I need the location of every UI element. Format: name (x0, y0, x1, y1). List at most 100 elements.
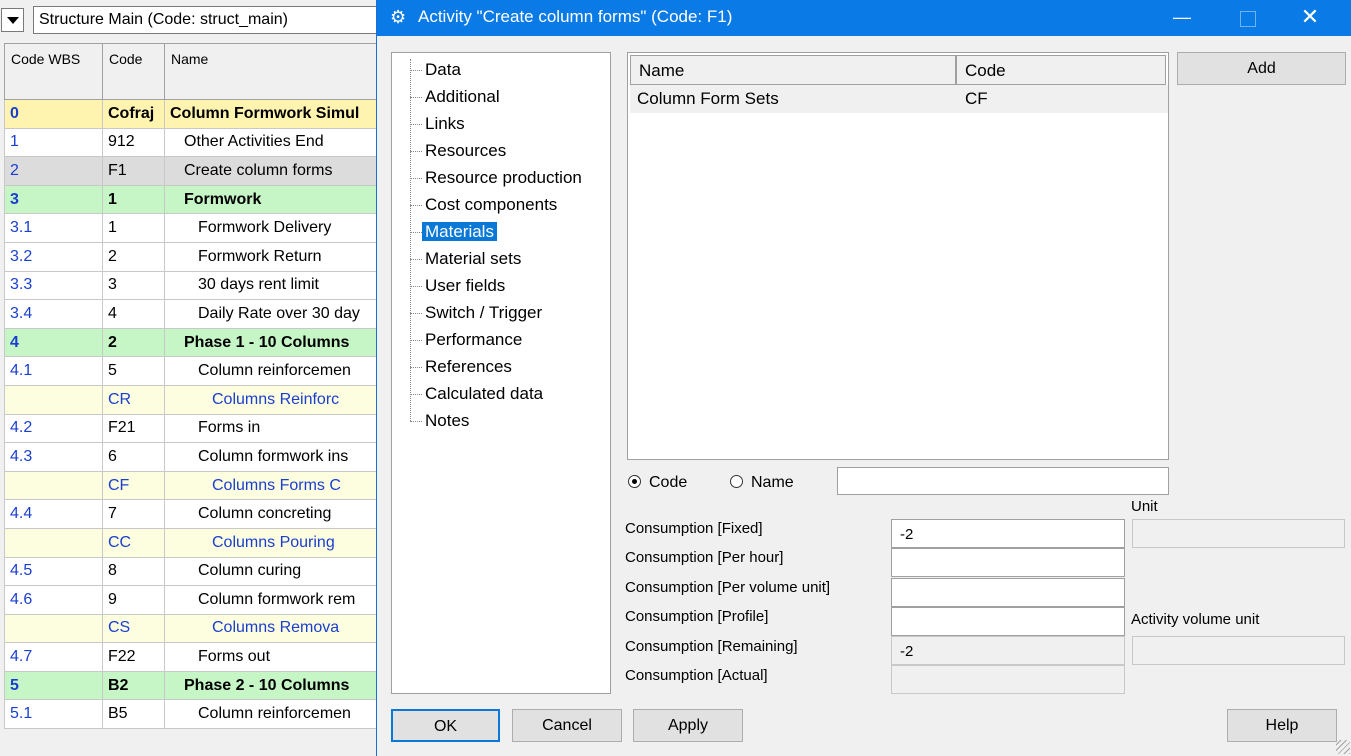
table-row[interactable]: 5 B2 Phase 2 - 10 Columns (4, 670, 380, 701)
dropdown-arrow-icon[interactable] (1, 8, 24, 32)
consumption-remaining-field: -2 (891, 636, 1125, 665)
cell-name: Columns Forms C (164, 470, 380, 501)
table-row[interactable]: CR Columns Reinforc (4, 384, 380, 415)
resize-grip-icon[interactable] (1336, 740, 1350, 754)
tree-item-performance[interactable]: Performance (392, 327, 610, 354)
tree-item-label: Resource production (425, 168, 582, 187)
table-row[interactable]: 4.7 F22 Forms out (4, 642, 380, 672)
tree-item-label: Calculated data (425, 384, 544, 403)
cell-code: 2 (102, 241, 165, 272)
cell-code: CC (102, 527, 165, 558)
cell-code-wbs: 1 (4, 127, 103, 158)
tree-item-references[interactable]: References (392, 354, 610, 381)
consumption-profile-label: Consumption [Profile] (625, 608, 769, 625)
table-row[interactable]: 4.5 8 Column curing (4, 556, 380, 587)
list-header-name[interactable]: Name (630, 55, 956, 85)
help-button[interactable]: Help (1227, 709, 1337, 742)
table-row[interactable]: 3.1 1 Formwork Delivery (4, 213, 380, 243)
column-header-code[interactable]: Code (102, 43, 165, 100)
column-header-name[interactable]: Name (164, 43, 380, 100)
close-icon[interactable]: ✕ (1287, 0, 1333, 36)
tree-item-cost-components[interactable]: Cost components (392, 192, 610, 219)
cell-code-wbs (4, 470, 103, 501)
table-row[interactable]: 4.1 5 Column reinforcemen (4, 356, 380, 386)
consumption-fixed-label: Consumption [Fixed] (625, 520, 763, 537)
table-row[interactable]: 3 1 Formwork (4, 184, 380, 215)
table-row[interactable]: 4.4 7 Column concreting (4, 499, 380, 529)
apply-button[interactable]: Apply (633, 709, 743, 742)
maximize-icon[interactable] (1225, 0, 1271, 36)
tree-item-additional[interactable]: Additional (392, 84, 610, 111)
tree-item-links[interactable]: Links (392, 111, 610, 138)
ok-button[interactable]: OK (391, 709, 500, 742)
consumption-per-volume-field[interactable] (891, 578, 1125, 607)
cell-code: 5 (102, 356, 165, 386)
table-row[interactable]: CS Columns Remova (4, 613, 380, 644)
cell-name: Column concreting (164, 499, 380, 529)
table-row[interactable]: 2 F1 Create column forms (4, 156, 380, 186)
cell-code: F21 (102, 413, 165, 444)
cell-code-wbs: 3 (4, 184, 103, 215)
table-row[interactable]: CF Columns Forms C (4, 470, 380, 501)
list-item[interactable]: Column Form Sets CF (630, 85, 1168, 113)
tree-item-label: Links (425, 114, 465, 133)
cell-code-wbs: 3.4 (4, 299, 103, 329)
tree-item-calculated-data[interactable]: Calculated data (392, 381, 610, 408)
cell-code-wbs: 3.1 (4, 213, 103, 243)
cell-code: CS (102, 613, 165, 644)
table-row[interactable]: 5.1 B5 Column reinforcemen (4, 699, 380, 730)
list-header-code[interactable]: Code (956, 55, 1166, 85)
consumption-actual-label: Consumption [Actual] (625, 667, 768, 684)
column-header-code-wbs[interactable]: Code WBS (4, 43, 103, 100)
minimize-icon[interactable]: — (1159, 0, 1205, 36)
cell-name: Columns Remova (164, 613, 380, 644)
cell-name: Forms in (164, 413, 380, 444)
cell-name: Other Activities End (164, 127, 380, 158)
section-tree: Data Additional Links Resources Resource pro… (391, 52, 611, 694)
structure-combo[interactable]: Structure Main (Code: struct_main) (33, 6, 380, 34)
search-input[interactable] (837, 467, 1169, 495)
tree-item-resource-production[interactable]: Resource production (392, 165, 610, 192)
gear-icon: ⚙ (390, 7, 407, 27)
table-row[interactable]: 0 Cofraj Column Formwork Simul (4, 99, 380, 129)
title-bar[interactable]: ⚙ Activity "Create column forms" (Code: … (377, 0, 1351, 36)
tree-item-label: Resources (425, 141, 507, 160)
table-row[interactable]: 3.2 2 Formwork Return (4, 241, 380, 272)
cell-code-wbs: 4.3 (4, 442, 103, 472)
table-row[interactable]: 4 2 Phase 1 - 10 Columns (4, 327, 380, 358)
cell-code-wbs: 2 (4, 156, 103, 186)
cell-code: 3 (102, 270, 165, 301)
cell-code-wbs: 0 (4, 99, 103, 129)
cancel-button[interactable]: Cancel (512, 709, 622, 742)
table-row[interactable]: 3.4 4 Daily Rate over 30 day (4, 299, 380, 329)
cell-code: B2 (102, 670, 165, 701)
cell-code-wbs: 3.3 (4, 270, 103, 301)
tree-item-materials[interactable]: Materials (392, 219, 610, 246)
table-row[interactable]: 3.3 3 30 days rent limit (4, 270, 380, 301)
cell-code-wbs: 4 (4, 327, 103, 358)
table-row[interactable]: 4.2 F21 Forms in (4, 413, 380, 444)
cell-code-wbs (4, 384, 103, 415)
cell-code-wbs: 4.1 (4, 356, 103, 386)
cell-name: Columns Pouring (164, 527, 380, 558)
table-row[interactable]: CC Columns Pouring (4, 527, 380, 558)
tree-item-notes[interactable]: Notes (392, 408, 610, 435)
radio-name[interactable]: Name (730, 474, 794, 492)
cell-code: 9 (102, 585, 165, 615)
cell-code: 1 (102, 184, 165, 215)
tree-item-resources[interactable]: Resources (392, 138, 610, 165)
add-button[interactable]: Add (1177, 52, 1346, 85)
cell-code: 1 (102, 213, 165, 243)
consumption-per-hour-field[interactable] (891, 548, 1125, 577)
tree-item-switch-trigger[interactable]: Switch / Trigger (392, 300, 610, 327)
tree-item-material-sets[interactable]: Material sets (392, 246, 610, 273)
consumption-profile-field[interactable] (891, 607, 1125, 636)
consumption-fixed-field[interactable]: -2 (891, 519, 1125, 548)
tree-item-data[interactable]: Data (392, 57, 610, 84)
tree-item-user-fields[interactable]: User fields (392, 273, 610, 300)
cell-code-wbs: 4.6 (4, 585, 103, 615)
table-row[interactable]: 1 912 Other Activities End (4, 127, 380, 158)
table-row[interactable]: 4.3 6 Column formwork ins (4, 442, 380, 472)
radio-code[interactable]: Code (628, 474, 687, 492)
table-row[interactable]: 4.6 9 Column formwork rem (4, 585, 380, 615)
